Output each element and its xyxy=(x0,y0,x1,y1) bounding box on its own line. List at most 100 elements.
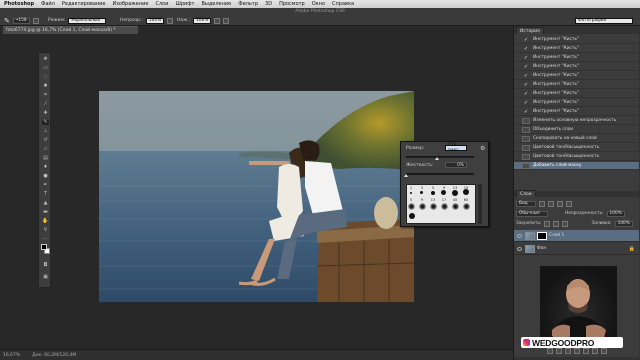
lock-all-icon[interactable] xyxy=(562,220,569,227)
hardness-slider[interactable] xyxy=(406,173,474,175)
eraser-tool-icon[interactable]: ▱ xyxy=(42,147,49,152)
filter-adjust-icon[interactable] xyxy=(548,200,554,207)
brush-preset-tip[interactable] xyxy=(419,203,426,210)
brush-preset-tip[interactable] xyxy=(452,203,459,210)
brush-grid-scrollbar[interactable] xyxy=(478,184,482,224)
menu-item-layers[interactable]: Слои xyxy=(155,1,168,7)
pressure-size-icon[interactable] xyxy=(223,17,230,24)
size-slider-knob[interactable] xyxy=(434,157,439,160)
zoom-tool-icon[interactable]: ⚲ xyxy=(42,228,49,233)
brush-preset-tip[interactable] xyxy=(463,203,470,210)
airbrush-icon[interactable] xyxy=(214,17,221,24)
hand-tool-icon[interactable]: ✋ xyxy=(42,219,49,224)
history-item[interactable]: ✓ Инструмент "Кисть" xyxy=(514,36,639,44)
history-item[interactable]: Цветовой тон/Насыщенность xyxy=(514,144,639,152)
eyedropper-tool-icon[interactable]: ⁄ xyxy=(42,102,49,107)
new-adjustment-icon[interactable] xyxy=(573,347,580,354)
history-item[interactable]: ✓ Инструмент "Кисть" xyxy=(514,108,639,116)
blend-mode-select[interactable]: Обычные xyxy=(516,210,548,217)
history-item[interactable]: Скопировать на новый слой xyxy=(514,135,639,143)
history-item[interactable]: ✓ Инструмент "Кисть" xyxy=(514,99,639,107)
history-item[interactable]: ✓ Инструмент "Кисть" xyxy=(514,45,639,53)
brush-preset-grid[interactable]: 1 3 5 9 13 19 5 9 13 17 45 65 xyxy=(406,184,476,224)
move-tool-icon[interactable]: ✥ xyxy=(42,57,49,62)
visibility-eye-icon[interactable] xyxy=(517,233,522,238)
menu-item-edit[interactable]: Редактирование xyxy=(62,1,106,7)
shape-tool-icon[interactable]: ▬ xyxy=(42,210,49,215)
history-item[interactable]: ✓ Инструмент "Кисть" xyxy=(514,81,639,89)
brush-panel-toggle-icon[interactable] xyxy=(32,17,39,24)
marquee-tool-icon[interactable]: ▭ xyxy=(42,66,49,71)
history-item[interactable]: ✓ Инструмент "Кисть" xyxy=(514,54,639,62)
history-item[interactable]: Добавить слой-маску xyxy=(514,162,639,170)
layer-mask-thumbnail[interactable] xyxy=(537,231,547,240)
menu-item-image[interactable]: Изображение xyxy=(113,1,149,7)
menu-item-filter[interactable]: Фильтр xyxy=(238,1,258,7)
clone-stamp-tool-icon[interactable]: ⊥ xyxy=(42,129,49,134)
tab-history[interactable]: История xyxy=(516,27,544,34)
document-info[interactable]: Док: 60,2M/120,4M xyxy=(32,353,76,358)
history-item[interactable]: Изменить основную непрозрачность xyxy=(514,117,639,125)
quick-select-tool-icon[interactable]: ✱ xyxy=(42,84,49,89)
flow-field[interactable]: 100% xyxy=(193,17,212,24)
filter-type-icon[interactable] xyxy=(557,200,563,207)
filter-shape-icon[interactable] xyxy=(566,200,572,207)
trash-icon[interactable] xyxy=(600,347,607,354)
type-tool-icon[interactable]: T xyxy=(42,192,49,197)
new-group-icon[interactable] xyxy=(582,347,589,354)
history-item[interactable]: Объединить слои xyxy=(514,126,639,134)
brush-preset-tip[interactable] xyxy=(410,192,412,194)
history-item[interactable]: ✓ Инструмент "Кисть" xyxy=(514,63,639,71)
tool-preset[interactable]: ✎ •158 xyxy=(4,17,39,25)
brush-size-preview[interactable]: •158 xyxy=(12,17,30,24)
menu-item-select[interactable]: Выделение xyxy=(201,1,231,7)
fill-field[interactable]: 100% xyxy=(614,220,633,227)
pen-tool-icon[interactable]: ✒ xyxy=(42,183,49,188)
crop-tool-icon[interactable]: ⌗ xyxy=(42,93,49,98)
gradient-tool-icon[interactable]: ▤ xyxy=(42,156,49,161)
extra-tools-icon[interactable]: ⋯ xyxy=(42,237,49,242)
brush-preset-tip[interactable] xyxy=(441,203,448,210)
menu-item-3d[interactable]: 3D xyxy=(265,1,272,7)
history-item[interactable]: ✓ Инструмент "Кисть" xyxy=(514,72,639,80)
link-layers-icon[interactable] xyxy=(546,347,553,354)
size-field[interactable]: 158 пикс xyxy=(445,143,467,153)
mode-select[interactable]: Нормальный xyxy=(68,17,107,24)
brush-preset-tip[interactable] xyxy=(441,190,446,195)
brush-preset-tip[interactable] xyxy=(420,191,423,194)
document-tab[interactable]: foto6774.jpg @ 16,7% (Слой 1, Слой-маска… xyxy=(3,26,138,34)
menu-item-window[interactable]: Окно xyxy=(312,1,325,7)
lock-pixels-icon[interactable] xyxy=(544,220,551,227)
menu-item-type[interactable]: Шрифт xyxy=(175,1,194,7)
brush-tool-icon[interactable]: ✎ xyxy=(42,120,49,125)
app-menu[interactable]: Photoshop xyxy=(4,1,34,7)
blur-tool-icon[interactable]: ♦ xyxy=(42,165,49,170)
pressure-opacity-icon[interactable] xyxy=(167,17,174,24)
add-style-icon[interactable] xyxy=(555,347,562,354)
tab-layers[interactable]: Слои xyxy=(516,190,536,197)
brush-preset-tip[interactable] xyxy=(452,190,458,196)
lock-position-icon[interactable] xyxy=(553,220,560,227)
workspace-select[interactable]: Фотография xyxy=(575,17,633,24)
brush-settings-gear-icon[interactable]: ⚙ xyxy=(480,145,485,152)
size-slider[interactable] xyxy=(406,156,474,158)
quick-mask-icon[interactable]: ◘ xyxy=(42,263,49,268)
layer-opacity-field[interactable]: 100% xyxy=(606,210,625,217)
history-item[interactable]: Цветовой тон/Насыщенность xyxy=(514,153,639,161)
visibility-eye-icon[interactable] xyxy=(517,246,522,251)
brush-preset-tip[interactable] xyxy=(408,203,415,210)
history-item[interactable]: ✓ Инструмент "Кисть" xyxy=(514,90,639,98)
layer-filter-select[interactable]: Вид xyxy=(516,200,536,207)
screen-mode-icon[interactable]: ▣ xyxy=(42,275,49,280)
brush-preset-tip[interactable] xyxy=(409,213,415,219)
filter-pixel-icon[interactable] xyxy=(539,200,545,207)
menu-item-help[interactable]: Справка xyxy=(332,1,354,7)
brush-preset-tip[interactable] xyxy=(431,191,435,195)
foreground-color-swatch[interactable] xyxy=(41,244,47,250)
hardness-field[interactable]: 0% xyxy=(445,162,467,168)
dodge-tool-icon[interactable]: ● xyxy=(42,174,49,179)
add-mask-icon[interactable] xyxy=(564,347,571,354)
layer-row-layer1[interactable]: Слой 1 xyxy=(514,230,639,242)
brush-preset-tip[interactable] xyxy=(430,203,437,210)
hardness-slider-knob[interactable] xyxy=(404,174,408,177)
